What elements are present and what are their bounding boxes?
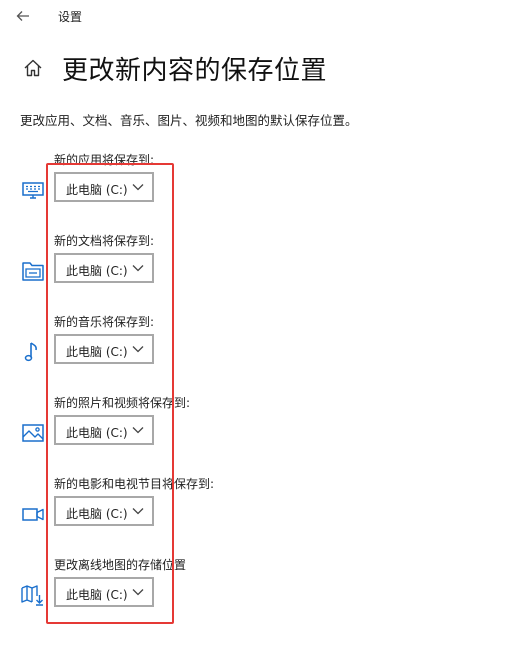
setting-label: 新的照片和视频将保存到: [54,396,191,410]
save-location-dropdown-photos[interactable]: 此电脑 (C:) [54,415,154,445]
dropdown-value: 此电脑 (C:) [66,507,128,521]
setting-row-photos: 新的照片和视频将保存到: 此电脑 (C:) [0,394,515,454]
map-download-icon [20,582,46,608]
setting-row-music: 新的音乐将保存到: 此电脑 (C:) [0,313,515,373]
setting-label: 新的音乐将保存到: [54,315,155,329]
monitor-icon [20,177,46,203]
save-location-dropdown-offline-maps[interactable]: 此电脑 (C:) [54,577,154,607]
home-icon [22,57,44,79]
save-location-dropdown-documents[interactable]: 此电脑 (C:) [54,253,154,283]
page-title: 更改新内容的保存位置 [62,56,328,86]
dropdown-value: 此电脑 (C:) [66,183,128,197]
setting-row-documents: 新的文档将保存到: 此电脑 (C:) [0,232,515,292]
video-camera-icon [20,501,46,527]
setting-label: 更改离线地图的存储位置 [54,558,187,572]
music-note-icon [20,339,46,365]
chevron-down-icon [132,507,144,515]
save-location-dropdown-movies[interactable]: 此电脑 (C:) [54,496,154,526]
setting-label: 新的应用将保存到: [54,153,155,167]
chevron-down-icon [132,345,144,353]
setting-row-movies: 新的电影和电视节目将保存到: 此电脑 (C:) [0,475,515,535]
dropdown-value: 此电脑 (C:) [66,345,128,359]
setting-label: 新的电影和电视节目将保存到: [54,477,215,491]
title-bar: 设置 [0,0,515,32]
setting-label: 新的文档将保存到: [54,234,155,248]
folder-icon [20,258,46,284]
back-arrow-icon[interactable] [14,7,32,25]
save-location-dropdown-music[interactable]: 此电脑 (C:) [54,334,154,364]
chevron-down-icon [132,264,144,272]
setting-row-offline-maps: 更改离线地图的存储位置 此电脑 (C:) [0,556,515,616]
photo-icon [20,420,46,446]
chevron-down-icon [132,426,144,434]
app-title: 设置 [58,10,83,24]
chevron-down-icon [132,588,144,596]
dropdown-value: 此电脑 (C:) [66,426,128,440]
page-description: 更改应用、文档、音乐、图片、视频和地图的默认保存位置。 [20,113,358,128]
chevron-down-icon [132,183,144,191]
dropdown-value: 此电脑 (C:) [66,264,128,278]
setting-row-apps: 新的应用将保存到: 此电脑 (C:) [0,151,515,211]
save-location-dropdown-apps[interactable]: 此电脑 (C:) [54,172,154,202]
dropdown-value: 此电脑 (C:) [66,588,128,602]
